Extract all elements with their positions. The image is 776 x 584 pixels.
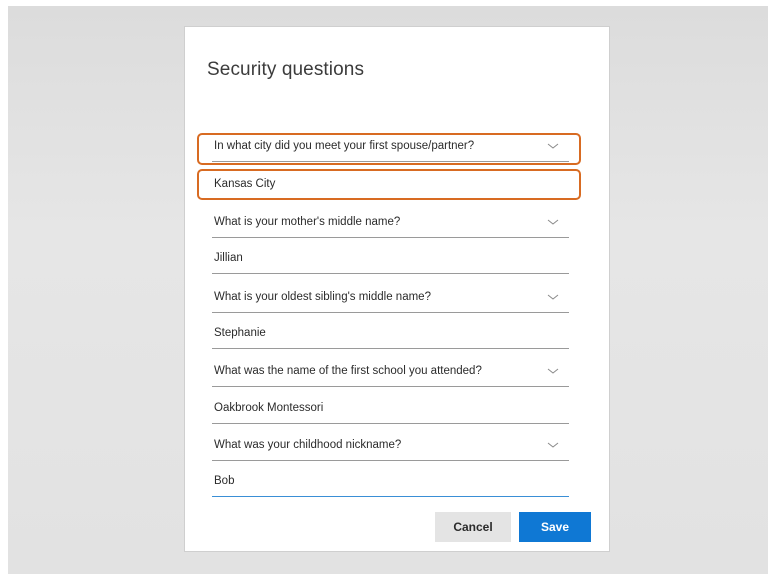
chevron-down-icon (547, 219, 559, 225)
question-5-select[interactable]: What was your childhood nickname? (212, 433, 569, 461)
question-2-select[interactable]: What is your mother's middle name? (212, 210, 569, 238)
save-button[interactable]: Save (519, 512, 591, 542)
highlight-box-answer-1 (197, 169, 581, 200)
question-4-label: What was the name of the first school yo… (214, 365, 482, 377)
answer-4-value: Oakbrook Montessori (214, 402, 324, 414)
chevron-down-icon (547, 368, 559, 374)
question-5-label: What was your childhood nickname? (214, 439, 402, 451)
answer-3-input[interactable]: Stephanie (212, 321, 569, 349)
cancel-button[interactable]: Cancel (435, 512, 511, 542)
security-questions-dialog: Security questions In what city did you … (184, 26, 610, 552)
answer-5-input[interactable]: Bob (212, 469, 569, 497)
highlight-box-question-1 (197, 133, 581, 165)
answer-2-input[interactable]: Jillian (212, 246, 569, 274)
question-3-select[interactable]: What is your oldest sibling's middle nam… (212, 285, 569, 313)
question-3-label: What is your oldest sibling's middle nam… (214, 291, 431, 303)
answer-4-input[interactable]: Oakbrook Montessori (212, 396, 569, 424)
question-4-select[interactable]: What was the name of the first school yo… (212, 359, 569, 387)
chevron-down-icon (547, 294, 559, 300)
answer-2-value: Jillian (214, 252, 243, 264)
chevron-down-icon (547, 442, 559, 448)
dialog-title: Security questions (207, 59, 365, 80)
question-2-label: What is your mother's middle name? (214, 216, 401, 228)
answer-5-value: Bob (214, 475, 235, 487)
answer-3-value: Stephanie (214, 327, 266, 339)
